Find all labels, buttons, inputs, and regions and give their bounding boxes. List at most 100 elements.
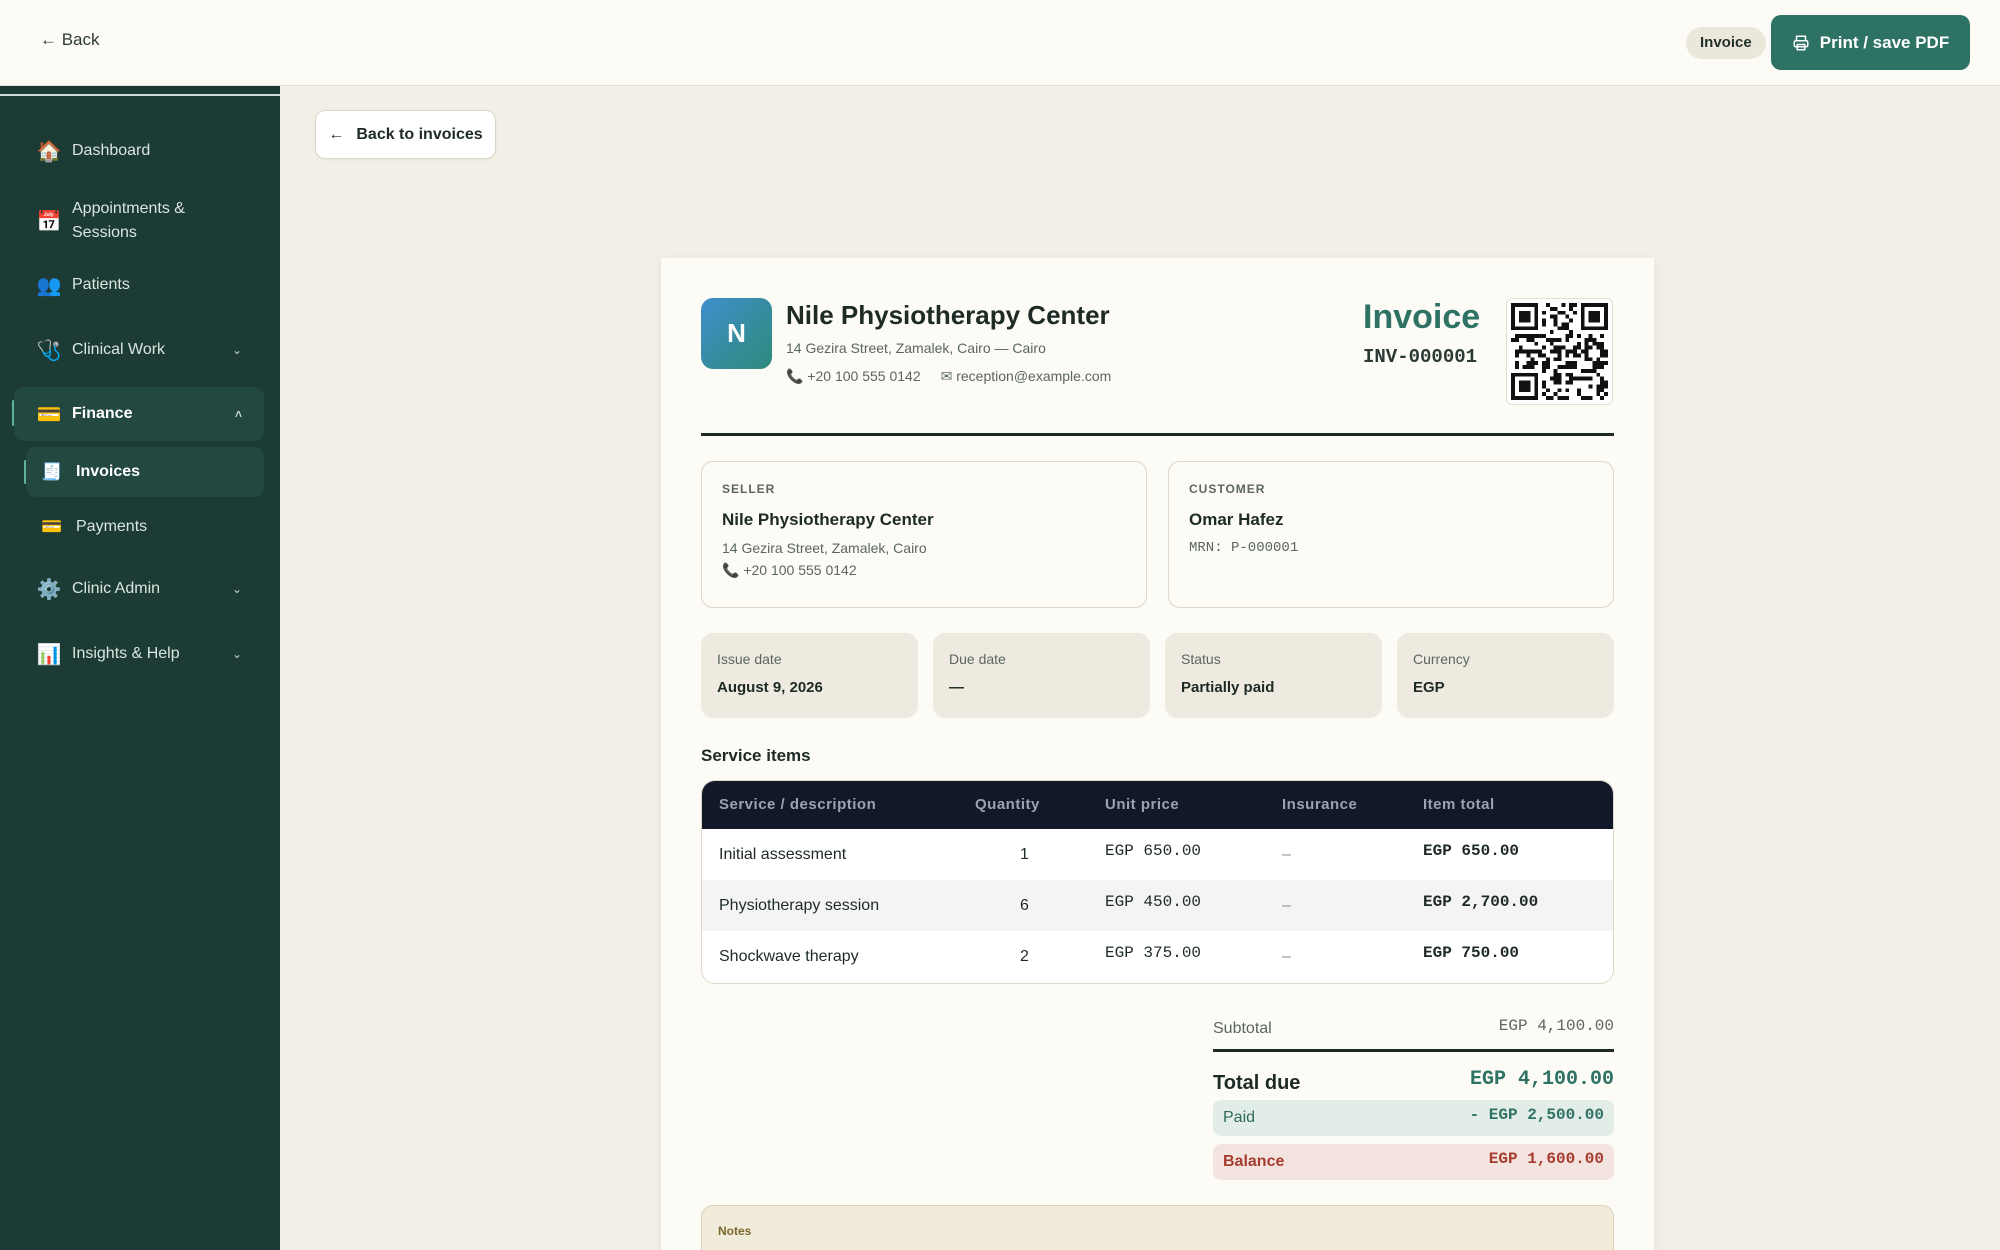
table-row: Physiotherapy session 6 EGP 450.00 – EGP… bbox=[702, 880, 1613, 931]
balance-row: Balance EGP 1,600.00 bbox=[1213, 1144, 1614, 1180]
sidebar-item-clinic-admin[interactable]: ⚙️ Clinic Admin ⌄ bbox=[14, 564, 264, 614]
invoice-title: Invoice bbox=[1363, 298, 1481, 336]
column-header: Quantity bbox=[975, 796, 1040, 813]
receipt-icon: 🧾 bbox=[41, 462, 63, 481]
paid-row: Paid - EGP 2,500.00 bbox=[1213, 1100, 1614, 1136]
insurance-cell: – bbox=[1282, 846, 1291, 863]
sidebar-item-label: Insights & Help bbox=[72, 645, 180, 662]
back-to-invoices-button[interactable]: ← Back to invoices bbox=[315, 110, 496, 159]
qr-code-icon bbox=[1511, 303, 1608, 400]
sidebar-item-appointments[interactable]: 📅 Appointments & Sessions bbox=[14, 186, 264, 256]
clinic-name: Nile Physiotherapy Center bbox=[786, 300, 1110, 330]
arrow-left-icon: ← bbox=[328, 125, 345, 143]
balance-value: EGP 1,600.00 bbox=[1488, 1150, 1604, 1168]
total-due-value: EGP 4,100.00 bbox=[1469, 1068, 1614, 1091]
status-card: Status Partially paid bbox=[1165, 633, 1382, 718]
notes-label: Notes bbox=[718, 1224, 752, 1238]
sidebar-item-patients[interactable]: 👥 Patients bbox=[14, 260, 264, 310]
bar-chart-icon: 📊 bbox=[36, 643, 62, 666]
seller-address: 14 Gezira Street, Zamalek, Cairo bbox=[722, 540, 927, 556]
users-icon: 👥 bbox=[36, 274, 62, 297]
calendar-icon: 📅 bbox=[36, 210, 62, 233]
paid-value: - EGP 2,500.00 bbox=[1469, 1106, 1604, 1124]
print-save-pdf-button[interactable]: Print / save PDF bbox=[1771, 15, 1970, 70]
seller-card: SELLER Nile Physiotherapy Center 14 Gezi… bbox=[701, 461, 1147, 608]
credit-card-icon: 💳 bbox=[36, 403, 62, 426]
document-type-badge: Invoice bbox=[1686, 27, 1766, 59]
paid-label: Paid bbox=[1223, 1109, 1256, 1126]
top-bar: ← Back Invoice Print / save PDF bbox=[0, 0, 2000, 86]
service-items-title: Service items bbox=[701, 746, 811, 765]
sidebar-item-label-line1: Appointments & bbox=[72, 200, 185, 217]
sidebar-subitem-invoices[interactable]: 🧾 Invoices bbox=[26, 447, 264, 497]
service-items-table: Service / description Quantity Unit pric… bbox=[701, 780, 1614, 984]
summary-divider bbox=[1213, 1049, 1614, 1052]
back-link[interactable]: ← Back bbox=[40, 30, 100, 50]
seller-phone: 📞 +20 100 555 0142 bbox=[722, 562, 857, 578]
seller-label: SELLER bbox=[722, 482, 776, 496]
unit-price-cell: EGP 650.00 bbox=[1105, 842, 1202, 860]
notes-box: Notes bbox=[701, 1205, 1614, 1250]
subtotal-row: Subtotal EGP 4,100.00 bbox=[1213, 1014, 1614, 1044]
total-due-row: Total due EGP 4,100.00 bbox=[1213, 1062, 1614, 1102]
table-header: Service / description Quantity Unit pric… bbox=[702, 781, 1613, 829]
unit-price-cell: EGP 375.00 bbox=[1105, 944, 1202, 962]
sidebar-item-finance[interactable]: 💳 Finance ˄ bbox=[14, 387, 264, 441]
credit-card-icon: 💳 bbox=[41, 517, 63, 536]
customer-name: Omar Hafez bbox=[1189, 510, 1284, 529]
clinic-email: ✉ reception@example.com bbox=[940, 368, 1112, 384]
sidebar-item-label: Finance bbox=[72, 405, 133, 422]
issue-date-card: Issue date August 9, 2026 bbox=[701, 633, 918, 718]
sidebar-item-insights-help[interactable]: 📊 Insights & Help ⌄ bbox=[14, 629, 264, 679]
sidebar-item-clinical-work[interactable]: 🩺 Clinical Work ⌄ bbox=[14, 325, 264, 375]
table-row: Shockwave therapy 2 EGP 375.00 – EGP 750… bbox=[702, 931, 1613, 982]
sidebar-item-label: Clinic Admin bbox=[72, 580, 161, 597]
header-divider bbox=[701, 433, 1614, 436]
stethoscope-icon: 🩺 bbox=[36, 339, 62, 362]
item-total-cell: EGP 750.00 bbox=[1423, 944, 1520, 962]
sidebar-item-label: Patients bbox=[72, 276, 130, 293]
column-header: Item total bbox=[1423, 796, 1495, 813]
chevron-down-icon: ⌄ bbox=[231, 582, 242, 596]
unit-price-cell: EGP 450.00 bbox=[1105, 893, 1202, 911]
gear-icon: ⚙️ bbox=[36, 578, 62, 601]
column-header: Insurance bbox=[1282, 796, 1358, 813]
sidebar-subitem-payments[interactable]: 💳 Payments bbox=[26, 502, 264, 552]
sidebar: 🏠 Dashboard 📅 Appointments & Sessions 👥 … bbox=[0, 86, 280, 1250]
chevron-down-icon: ⌄ bbox=[231, 647, 242, 661]
sidebar-item-label-line2: Sessions bbox=[72, 224, 137, 241]
item-total-cell: EGP 2,700.00 bbox=[1423, 893, 1539, 911]
customer-mrn: MRN: P-000001 bbox=[1189, 540, 1299, 556]
sidebar-subitem-label: Invoices bbox=[76, 463, 141, 480]
home-icon: 🏠 bbox=[36, 140, 62, 163]
meta-value: EGP bbox=[1413, 679, 1445, 696]
quantity-cell: 6 bbox=[1020, 897, 1029, 914]
insurance-cell: – bbox=[1282, 948, 1291, 965]
clinic-contact: 📞 +20 100 555 0142 ✉ reception@example.c… bbox=[786, 368, 1111, 385]
qr-code bbox=[1506, 298, 1613, 405]
quantity-cell: 1 bbox=[1020, 846, 1029, 863]
sidebar-item-label: Clinical Work bbox=[72, 341, 166, 358]
invoice-number: INV-000001 bbox=[1363, 346, 1478, 368]
seller-name: Nile Physiotherapy Center bbox=[722, 510, 934, 529]
insurance-cell: – bbox=[1282, 897, 1291, 914]
chevron-down-icon: ⌄ bbox=[231, 343, 242, 357]
balance-label: Balance bbox=[1223, 1153, 1285, 1170]
subtotal-label: Subtotal bbox=[1213, 1020, 1272, 1037]
total-due-label: Total due bbox=[1213, 1072, 1301, 1094]
sidebar-subitem-label: Payments bbox=[76, 518, 148, 535]
service-cell: Initial assessment bbox=[719, 846, 847, 863]
meta-label: Currency bbox=[1413, 651, 1470, 667]
meta-value: Partially paid bbox=[1181, 679, 1275, 696]
table-row: Initial assessment 1 EGP 650.00 – EGP 65… bbox=[702, 829, 1613, 880]
column-header: Unit price bbox=[1105, 796, 1180, 813]
customer-label: CUSTOMER bbox=[1189, 482, 1266, 496]
meta-label: Due date bbox=[949, 651, 1006, 667]
meta-label: Status bbox=[1181, 651, 1221, 667]
meta-label: Issue date bbox=[717, 651, 782, 667]
print-button-label: Print / save PDF bbox=[1819, 32, 1950, 52]
customer-card: CUSTOMER Omar Hafez MRN: P-000001 bbox=[1168, 461, 1614, 608]
sidebar-item-dashboard[interactable]: 🏠 Dashboard bbox=[14, 126, 264, 176]
meta-value: August 9, 2026 bbox=[717, 679, 823, 696]
service-cell: Shockwave therapy bbox=[719, 948, 859, 965]
